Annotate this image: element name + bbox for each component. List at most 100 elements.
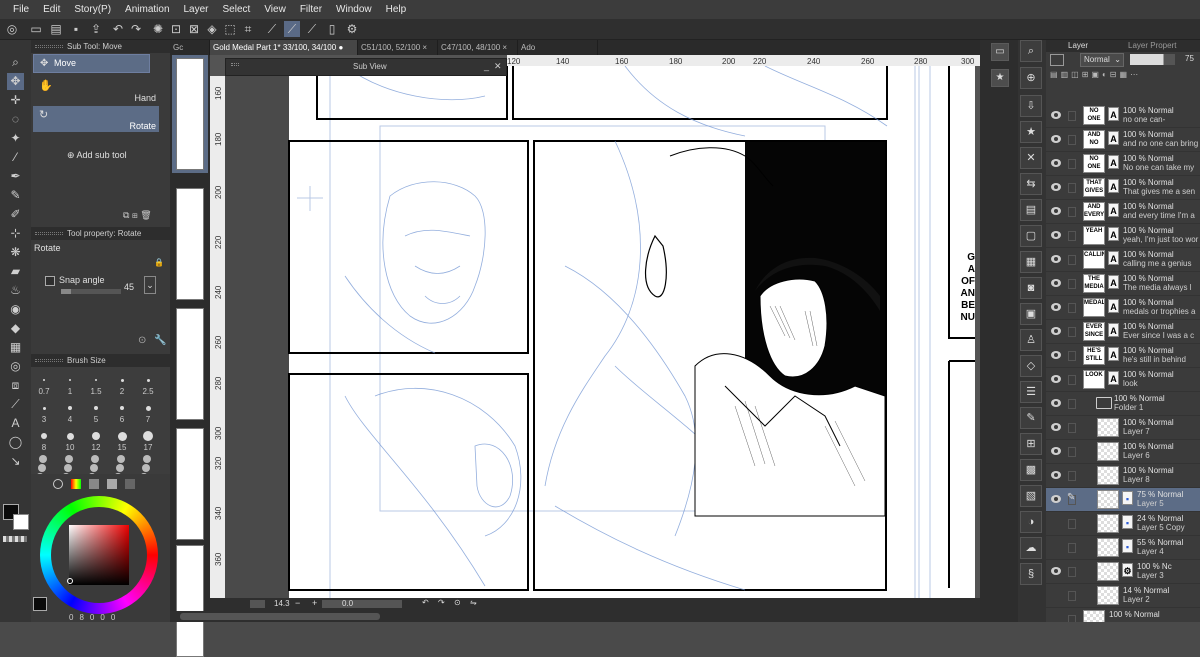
menu-item[interactable]: Layer <box>177 4 216 15</box>
layer-lock-toggle[interactable] <box>1068 375 1076 385</box>
layer-color-icon[interactable] <box>1050 54 1064 66</box>
correct-line-tool-icon[interactable]: ↘ <box>7 453 24 470</box>
layer-row[interactable]: 100 % Normal Layer 8 <box>1046 464 1200 488</box>
approximate-color-tab-icon[interactable] <box>107 479 117 489</box>
brush-size-dot[interactable] <box>65 455 73 463</box>
layer-lock-toggle[interactable] <box>1068 255 1076 265</box>
color-history-tab-icon[interactable] <box>125 479 135 489</box>
layer-lock-toggle[interactable] <box>1068 615 1076 622</box>
subtool-item-move[interactable]: ✥ Move <box>33 54 150 73</box>
visibility-eye-icon[interactable] <box>1051 351 1061 359</box>
lock-icon[interactable]: ▣ <box>1091 70 1102 79</box>
layer-row[interactable]: MEDALSA 100 % Normalmedals or trophies a <box>1046 296 1200 320</box>
brush-size-dot[interactable] <box>143 455 151 463</box>
open-file-icon[interactable]: ▤ <box>48 21 64 37</box>
close-icon[interactable]: × <box>422 43 427 52</box>
brush-size-dot[interactable] <box>117 455 125 463</box>
rotate-left-icon[interactable]: ↶ <box>422 598 429 607</box>
zoom-out-icon[interactable]: − <box>295 598 300 608</box>
delete-subtool-icon[interactable]: 🗑 <box>140 210 151 220</box>
layer-lock-toggle[interactable] <box>1068 135 1076 145</box>
settings-icon[interactable]: ⚙ <box>344 21 360 37</box>
export-icon[interactable]: ⇪ <box>88 21 104 37</box>
snap-angle-dropdown[interactable]: ⌄ <box>144 276 156 294</box>
color-set-tab-icon[interactable] <box>71 479 81 489</box>
clear-layer-icon[interactable]: ✕ <box>1020 147 1042 169</box>
visibility-eye-icon[interactable] <box>1051 399 1061 407</box>
crop-icon[interactable]: ⌗ <box>240 21 256 37</box>
mask-icon[interactable]: ◐ <box>1102 70 1110 79</box>
person-icon[interactable]: ♙ <box>1020 329 1042 351</box>
brush-size-cell[interactable]: 5 <box>83 399 109 427</box>
layer-row[interactable]: CALLINGA 100 % Normalcalling me a genius <box>1046 248 1200 272</box>
page-thumbnail[interactable] <box>176 428 204 540</box>
grid-snap-icon[interactable]: ⟋ <box>304 21 320 37</box>
image-icon[interactable]: ▣ <box>1020 303 1042 325</box>
tablet-icon[interactable]: ▯ <box>324 21 340 37</box>
layer-row[interactable]: AND NO ONEA 100 % Normaland no one can br… <box>1046 128 1200 152</box>
timeline-icon[interactable]: ⊞ <box>1020 433 1042 455</box>
layer-lock-toggle[interactable] <box>1068 231 1076 241</box>
redo-icon[interactable]: ↷ <box>128 21 144 37</box>
add-sub-tool-button[interactable]: ⊕ Add sub tool <box>67 150 127 161</box>
hue-ring[interactable] <box>40 496 158 614</box>
lock-icon[interactable]: 🔒 <box>154 258 164 267</box>
save-icon[interactable]: ▪ <box>68 21 84 37</box>
airbrush-tool-icon[interactable]: ⊹ <box>7 225 24 242</box>
layer-lock-toggle[interactable] <box>1068 399 1076 409</box>
page-thumbnail[interactable] <box>176 308 204 420</box>
intermediate-color-tab-icon[interactable] <box>89 479 99 489</box>
menu-item[interactable]: Animation <box>118 4 176 15</box>
layer-lock-toggle[interactable] <box>1068 183 1076 193</box>
subtool-item-hand[interactable]: ✋ Hand <box>33 76 159 106</box>
layer-lock-toggle[interactable] <box>1068 159 1076 169</box>
brush-material-icon[interactable]: ✎ <box>1020 407 1042 429</box>
pencil-tool-icon[interactable]: ✎ <box>7 187 24 204</box>
brush-size-cell[interactable]: 2 <box>109 371 135 399</box>
reset-rotation-icon[interactable]: ⊙ <box>454 598 461 607</box>
layer-lock-toggle[interactable] <box>1068 471 1076 481</box>
ref-icon[interactable]: ▥ <box>1061 70 1072 79</box>
layer-row[interactable]: YEAH A 100 % Normal yeah, I'm just too wor <box>1046 224 1200 248</box>
layer-lock-toggle[interactable] <box>1068 567 1076 577</box>
operation-tool-icon[interactable]: ✛ <box>7 92 24 109</box>
menu-item[interactable]: Edit <box>36 4 67 15</box>
brush-size-cell[interactable]: 17 <box>135 427 161 455</box>
layer-row[interactable]: 100 % Normal <box>1046 608 1200 622</box>
snap-angle-slider[interactable] <box>61 289 121 294</box>
layer-lock-toggle[interactable] <box>1068 111 1076 121</box>
layer-lock-toggle[interactable] <box>1068 447 1076 457</box>
visibility-eye-icon[interactable] <box>1051 111 1061 119</box>
page-thumbnail[interactable] <box>176 58 204 170</box>
layer-row[interactable]: NO ONE CANA 100 % Normalno one can- <box>1046 104 1200 128</box>
zoom-value[interactable]: 14.3 <box>274 599 290 608</box>
import-icon[interactable]: ⇩ <box>1020 95 1042 117</box>
brush-size-dot[interactable] <box>39 455 47 463</box>
sub-color-swatch[interactable] <box>13 514 29 530</box>
manga-page-canvas[interactable]: G A OF AN BE NU <box>225 66 975 598</box>
search-icon[interactable]: ⌕ <box>1020 40 1042 62</box>
loading-icon[interactable]: ✺ <box>150 21 166 37</box>
menu-item[interactable]: File <box>6 4 36 15</box>
menu-item[interactable]: Select <box>216 4 258 15</box>
tab-layer-property[interactable]: Layer Propert <box>1128 41 1176 50</box>
color-icon[interactable]: ▦ <box>1120 70 1131 79</box>
cloud-icon[interactable]: ☁ <box>1020 537 1042 559</box>
clip-icon[interactable]: ▤ <box>1050 70 1061 79</box>
rotate-right-icon[interactable]: ↷ <box>438 598 445 607</box>
brush-size-cell[interactable]: 1 <box>57 371 83 399</box>
layer-search-icon[interactable]: ⊕ <box>1020 67 1042 89</box>
saturation-value-square[interactable] <box>69 525 129 585</box>
layer-row[interactable]: ▪ 24 % Normal Layer 5 Copy <box>1046 512 1200 536</box>
visibility-eye-icon[interactable] <box>1051 135 1061 143</box>
current-color-swatch[interactable] <box>33 597 47 611</box>
palette-icon[interactable]: ◑ <box>1020 511 1042 533</box>
layer-row[interactable]: ▪ 75 % Normal Layer 5 ✎ <box>1046 488 1200 512</box>
brush-size-cell[interactable]: 15 <box>109 427 135 455</box>
visibility-eye-icon[interactable] <box>1051 471 1061 479</box>
ruler-tool-icon[interactable]: ⟋ <box>7 396 24 413</box>
layer-row[interactable]: ⚙ 100 % Nc Layer 3 <box>1046 560 1200 584</box>
menu-item[interactable]: Story(P) <box>67 4 118 15</box>
tab-ado[interactable]: Ado <box>518 40 598 55</box>
visibility-eye-icon[interactable] <box>1051 327 1061 335</box>
